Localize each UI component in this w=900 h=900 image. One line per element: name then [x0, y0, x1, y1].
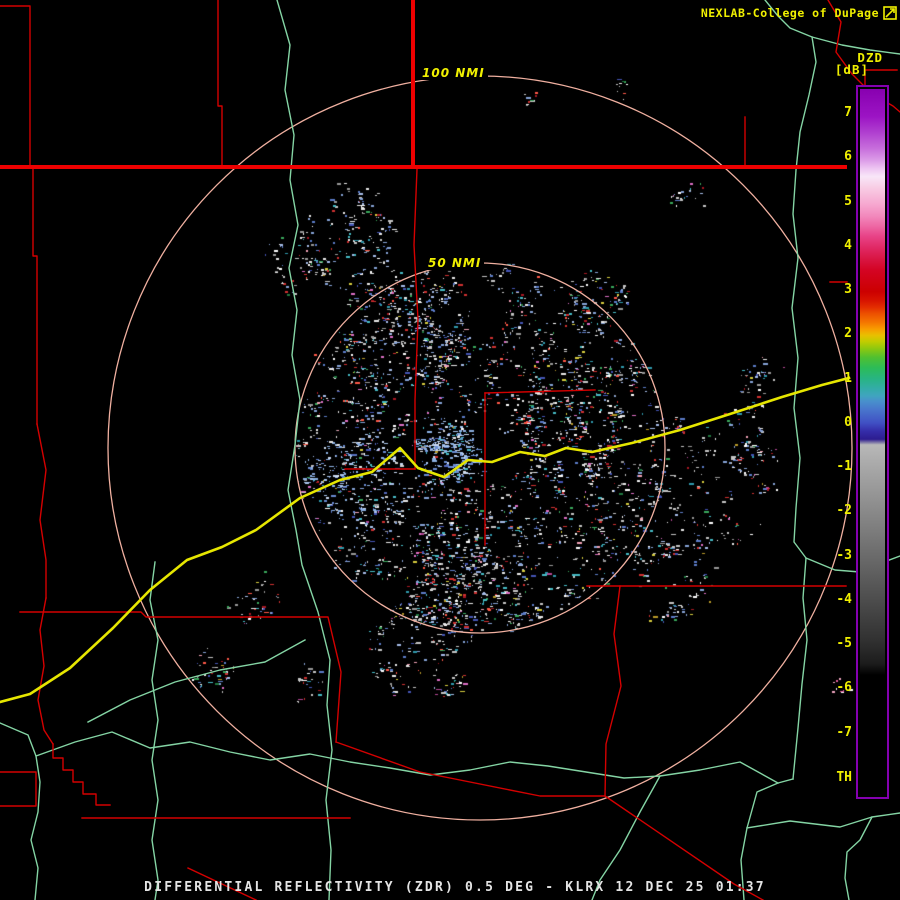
basemap-overlay [0, 0, 900, 900]
map-line [0, 771, 37, 807]
map-line [844, 816, 873, 900]
map-line [604, 585, 622, 797]
colorbar-units-label: [dB] [834, 62, 869, 77]
nexlab-logo-icon [883, 6, 897, 20]
range-ring-label-50nmi: 50 NMI [425, 256, 485, 270]
colorbar-flag-label: TH [836, 770, 852, 785]
colorbar-gradient [860, 89, 885, 795]
map-line [19, 611, 342, 743]
colorbar-tick-label: 2 [844, 326, 852, 342]
range-ring-label-100nmi: 100 NMI [419, 66, 488, 80]
range-ring [107, 75, 853, 821]
map-line [36, 423, 47, 599]
colorbar-tick-label: -6 [836, 680, 852, 696]
colorbar-tick-label: 3 [844, 282, 852, 297]
colorbar-tick-label: 1 [844, 370, 852, 386]
branding-text: NEXLAB-College of DuPage [700, 6, 879, 20]
colorbar-tick-label: -7 [836, 724, 852, 740]
branding: NEXLAB-College of DuPage [701, 6, 897, 20]
map-line [484, 389, 596, 394]
map-line [413, 168, 419, 470]
radar-display: 100 NMI 50 NMI NEXLAB-College of DuPage … [0, 0, 900, 900]
colorbar-tick-label: -4 [836, 591, 852, 607]
map-line [0, 5, 31, 166]
colorbar-tick-label: -3 [836, 547, 852, 563]
map-line [35, 731, 779, 784]
map-line [0, 376, 851, 704]
map-line [87, 639, 306, 723]
map-line [52, 743, 111, 806]
map-line [746, 812, 900, 829]
colorbar-tick-label: -2 [836, 503, 852, 519]
colorbar [856, 85, 889, 799]
map-line [32, 168, 38, 425]
colorbar-tick-column: 7 6 5 4 3 2 1 0 -1 -2 -3 -4 -5 -6 -7 TH [808, 85, 852, 799]
map-line [149, 561, 159, 900]
map-line [0, 722, 41, 900]
map-line [37, 597, 54, 745]
colorbar-tick-label: 5 [844, 193, 852, 209]
colorbar-tick-label: 4 [844, 237, 852, 253]
colorbar-tick-label: 7 [844, 105, 852, 120]
colorbar-tick-label: -5 [836, 636, 852, 651]
colorbar-tick-label: 0 [844, 414, 852, 430]
map-line [217, 0, 223, 166]
colorbar-tick-label: 6 [844, 149, 852, 165]
colorbar-tick-label: -1 [836, 459, 852, 474]
product-caption: DIFFERENTIAL REFLECTIVITY (ZDR) 0.5 DEG … [144, 880, 766, 895]
